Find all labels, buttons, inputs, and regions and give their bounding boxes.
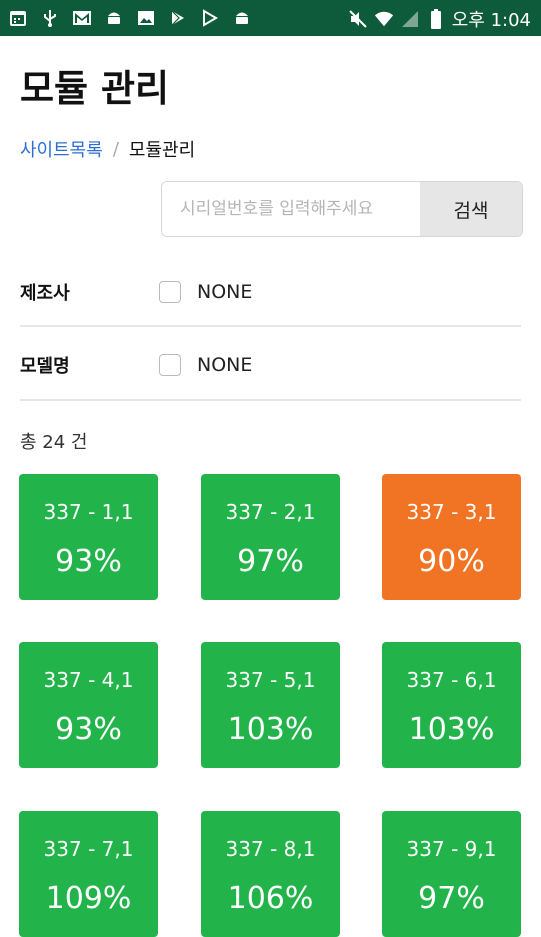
module-card[interactable]: 337 - 3,1 90%	[382, 474, 521, 600]
wifi-icon	[374, 9, 394, 29]
system-status: 오후 1:04	[348, 6, 531, 32]
manufacturer-label: 제조사	[20, 283, 70, 304]
page-title: 모듈 관리	[20, 67, 170, 110]
module-card[interactable]: 337 - 4,1 93%	[19, 642, 158, 768]
model-filter: 모델명 NONE	[20, 335, 521, 395]
module-id: 337 - 9,1	[406, 837, 497, 861]
module-card[interactable]: 337 - 2,1 97%	[201, 474, 340, 600]
serial-search-input[interactable]	[162, 182, 420, 236]
breadcrumb-current: 모듈관리	[128, 140, 196, 161]
android-icon	[104, 8, 124, 28]
model-none-label[interactable]: NONE	[197, 354, 252, 376]
module-percent: 97%	[418, 881, 485, 916]
module-card[interactable]: 337 - 9,1 97%	[382, 811, 521, 937]
module-percent: 103%	[227, 712, 314, 747]
search-bar: 검색	[161, 181, 523, 237]
notification-icons	[8, 8, 252, 28]
module-card[interactable]: 337 - 7,1 109%	[19, 811, 158, 937]
breadcrumb: 사이트목록 / 모듈관리	[20, 136, 195, 162]
module-percent: 97%	[237, 544, 304, 579]
module-percent: 109%	[45, 881, 132, 916]
play-icon	[200, 8, 220, 28]
model-label: 모델명	[20, 356, 70, 377]
divider	[20, 399, 521, 401]
module-percent: 93%	[55, 712, 122, 747]
module-percent: 93%	[55, 544, 122, 579]
gmail-icon	[72, 8, 92, 28]
image-icon	[136, 8, 156, 28]
module-id: 337 - 8,1	[225, 837, 316, 861]
module-id: 337 - 5,1	[225, 668, 316, 692]
result-count: 총 24 건	[20, 432, 88, 453]
manufacturer-filter: 제조사 NONE	[20, 262, 521, 322]
breadcrumb-separator: /	[112, 138, 119, 160]
module-id: 337 - 7,1	[43, 837, 134, 861]
usb-icon	[40, 8, 60, 28]
module-card[interactable]: 337 - 8,1 106%	[201, 811, 340, 937]
calendar-icon	[8, 8, 28, 28]
module-card[interactable]: 337 - 5,1 103%	[201, 642, 340, 768]
manufacturer-none-label[interactable]: NONE	[197, 281, 252, 303]
android-icon-2	[232, 8, 252, 28]
model-none-checkbox[interactable]	[159, 354, 181, 376]
module-card[interactable]: 337 - 1,1 93%	[19, 474, 158, 600]
module-id: 337 - 6,1	[406, 668, 497, 692]
battery-icon	[426, 9, 446, 29]
search-button[interactable]: 검색	[420, 182, 522, 236]
module-id: 337 - 4,1	[43, 668, 134, 692]
module-card[interactable]: 337 - 6,1 103%	[382, 642, 521, 768]
manufacturer-none-checkbox[interactable]	[159, 281, 181, 303]
play-store-icon	[168, 8, 188, 28]
signal-icon	[400, 9, 420, 29]
module-id: 337 - 3,1	[406, 500, 497, 524]
module-id: 337 - 1,1	[43, 500, 134, 524]
mute-icon	[348, 9, 368, 29]
clock: 오후 1:04	[451, 10, 531, 31]
module-percent: 106%	[227, 881, 314, 916]
module-percent: 90%	[418, 544, 485, 579]
module-id: 337 - 2,1	[225, 500, 316, 524]
breadcrumb-site-list-link[interactable]: 사이트목록	[20, 136, 103, 162]
module-percent: 103%	[408, 712, 495, 747]
status-bar: 오후 1:04	[0, 0, 541, 36]
divider	[20, 325, 521, 327]
